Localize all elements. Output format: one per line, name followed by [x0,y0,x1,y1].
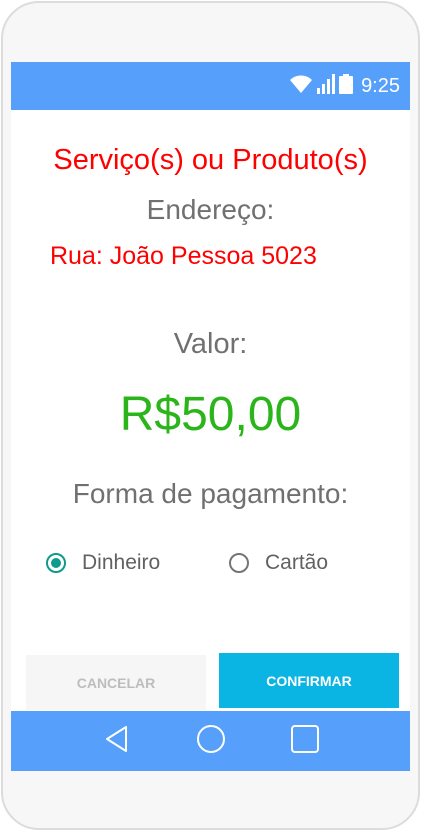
payment-option-cash-label: Dinheiro [82,551,161,574]
payment-option-cash[interactable]: Dinheiro [46,548,160,578]
payment-method-label: Forma de pagamento: [72,478,349,509]
status-bar: 9:25 [11,62,410,110]
value-label: Valor: [173,328,248,360]
home-button[interactable] [194,723,228,760]
cancel-button[interactable]: CANCELAR [26,655,206,710]
battery-icon [339,73,354,99]
wifi-icon [289,74,313,99]
address-label: Endereço: [146,194,275,225]
recents-icon [290,724,320,759]
home-icon [195,723,227,760]
status-icons: 9:25 [289,72,400,100]
radio-checked-icon[interactable] [46,553,66,573]
value-amount: R$50,00 [119,388,302,441]
back-icon [102,724,132,759]
navigation-bar [11,711,410,771]
radio-unchecked-icon[interactable] [229,553,249,573]
status-time: 9:25 [361,74,400,97]
order-title: Serviço(s) ou Produto(s) [53,144,368,176]
signal-icon [317,73,336,99]
confirm-button[interactable]: CONFIRMAR [219,653,399,708]
payment-option-card[interactable]: Cartão [229,548,328,578]
app-screen: 9:25 Serviço(s) ou Produto(s) Endereço: … [11,62,410,771]
recents-button[interactable] [288,724,322,759]
address-value: Rua: João Pessoa 5023 [50,242,317,270]
payment-option-card-label: Cartão [265,551,329,574]
back-button[interactable] [100,725,134,757]
